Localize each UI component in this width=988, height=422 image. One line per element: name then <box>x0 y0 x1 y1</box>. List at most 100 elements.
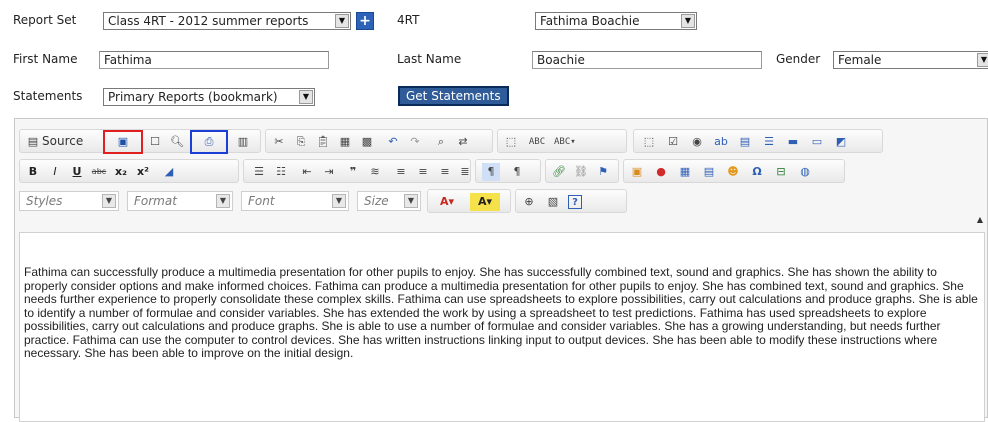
background-color-icon[interactable]: A▾ <box>470 193 500 211</box>
student-select[interactable]: Fathima Boachie ▼ <box>535 12 697 30</box>
toolbar-group-basicstyles: B I U abc x₂ x² ◢ <box>19 159 239 183</box>
print-button[interactable]: ⎙ <box>190 130 228 154</box>
preview-icon[interactable]: 🔍︎ <box>168 133 186 151</box>
about-icon[interactable]: ? <box>568 195 582 209</box>
align-right-icon[interactable]: ≡ <box>436 163 454 181</box>
toolbar-group-document: ▤ Source ▣ ☐ 🔍︎ ⎙ ▥ <box>19 129 261 154</box>
flash-icon[interactable]: ● <box>652 163 670 181</box>
align-left-icon[interactable]: ≡ <box>392 163 410 181</box>
remove-format-icon[interactable]: ◢ <box>160 163 178 181</box>
image-icon[interactable]: ▣ <box>628 163 646 181</box>
add-report-set-button[interactable]: + <box>356 12 374 30</box>
paste-text-icon[interactable]: ▦ <box>336 133 354 151</box>
smiley-icon[interactable]: ☻ <box>724 163 742 181</box>
link-icon[interactable]: 🔗︎ <box>550 163 568 181</box>
report-set-select[interactable]: Class 4RT - 2012 summer reports ▼ <box>103 12 351 30</box>
size-combo[interactable]: Size ▼ <box>357 191 421 211</box>
new-page-icon[interactable]: ☐ <box>146 133 164 151</box>
outdent-icon[interactable]: ⇤ <box>298 163 316 181</box>
chevron-down-icon: ▼ <box>299 90 313 104</box>
font-combo[interactable]: Font ▼ <box>241 191 349 211</box>
copy-icon[interactable]: ⎘ <box>292 133 310 151</box>
find-icon[interactable]: ⌕ <box>432 133 450 151</box>
image-button-icon[interactable]: ▭ <box>808 133 826 151</box>
ltr-icon[interactable]: ¶ <box>482 163 500 181</box>
save-button[interactable]: ▣ <box>103 130 143 154</box>
templates-icon[interactable]: ▥ <box>234 133 252 151</box>
spellcheck-as-you-type-icon[interactable]: ABC▾ <box>554 133 576 151</box>
format-combo[interactable]: Format ▼ <box>127 191 233 211</box>
iframe-icon[interactable]: ◍ <box>796 163 814 181</box>
toolbar-group-insert: ▣ ● ▦ ▤ ☻ Ω ⊟ ◍ <box>623 159 845 183</box>
bulleted-list-icon[interactable]: ☷ <box>272 163 290 181</box>
horizontal-rule-icon[interactable]: ▤ <box>700 163 718 181</box>
radio-icon[interactable]: ◉ <box>688 133 706 151</box>
justify-icon[interactable]: ≣ <box>456 163 474 181</box>
editor-toolbar-row-2: B I U abc x₂ x² ◢ ☰ ☷ ⇤ ⇥ ❞ ≋ ≡ ≡ ≡ ≣ ¶ … <box>19 159 979 183</box>
show-blocks-icon[interactable]: ▧ <box>544 193 562 211</box>
underline-icon[interactable]: U <box>68 163 86 181</box>
text-color-icon[interactable]: A▾ <box>432 193 462 211</box>
statements-select[interactable]: Primary Reports (bookmark) ▼ <box>103 88 315 106</box>
font-label: Font <box>248 194 275 208</box>
unlink-icon[interactable]: ⛓ <box>572 163 590 181</box>
select-all-icon[interactable]: ⬚ <box>502 133 520 151</box>
subscript-icon[interactable]: x₂ <box>112 163 130 181</box>
source-button[interactable]: Source <box>42 134 83 148</box>
undo-icon[interactable]: ↶ <box>384 133 402 151</box>
scroll-up-icon[interactable]: ▲ <box>977 215 983 224</box>
align-center-icon[interactable]: ≡ <box>414 163 432 181</box>
text-field-icon[interactable]: ab <box>712 133 730 151</box>
hidden-field-icon[interactable]: ◩ <box>832 133 850 151</box>
table-icon[interactable]: ▦ <box>676 163 694 181</box>
form-icon[interactable]: ⬚ <box>640 133 658 151</box>
chevron-down-icon: ▼ <box>216 194 230 208</box>
numbered-list-icon[interactable]: ☰ <box>250 163 268 181</box>
checkbox-icon[interactable]: ☑ <box>664 133 682 151</box>
redo-icon[interactable]: ↷ <box>406 133 424 151</box>
paste-icon[interactable]: 📋︎ <box>314 133 332 151</box>
select-field-icon[interactable]: ☰ <box>760 133 778 151</box>
div-icon[interactable]: ≋ <box>366 163 384 181</box>
page-break-icon[interactable]: ⊟ <box>772 163 790 181</box>
size-label: Size <box>364 194 389 208</box>
toolbar-group-tools: ⊕ ▧ ? <box>515 189 627 213</box>
button-field-icon[interactable]: ▬ <box>784 133 802 151</box>
maximize-icon[interactable]: ⊕ <box>520 193 538 211</box>
gender-label: Gender <box>776 52 821 66</box>
indent-icon[interactable]: ⇥ <box>320 163 338 181</box>
styles-label: Styles <box>26 194 63 208</box>
blockquote-icon[interactable]: ❞ <box>344 163 362 181</box>
anchor-icon[interactable]: ⚑ <box>594 163 612 181</box>
report-set-value: Class 4RT - 2012 summer reports <box>108 14 309 28</box>
class-label: 4RT <box>397 13 420 27</box>
toolbar-group-colors: A▾ A▾ <box>427 189 511 213</box>
get-statements-button[interactable]: Get Statements <box>398 86 509 106</box>
bold-icon[interactable]: B <box>24 163 42 181</box>
cut-icon[interactable]: ✂ <box>270 133 288 151</box>
replace-icon[interactable]: ⇄ <box>454 133 472 151</box>
superscript-icon[interactable]: x² <box>134 163 152 181</box>
chevron-down-icon: ▼ <box>404 194 418 208</box>
italic-icon[interactable]: I <box>46 163 64 181</box>
paste-word-icon[interactable]: ▩ <box>358 133 376 151</box>
styles-combo[interactable]: Styles ▼ <box>19 191 119 211</box>
chevron-down-icon: ▼ <box>977 53 988 67</box>
rich-text-editor: ▤ Source ▣ ☐ 🔍︎ ⎙ ▥ ✂ ⎘ 📋︎ ▦ ▩ ↶ ↷ ⌕ ⇄ ⬚… <box>14 118 988 422</box>
chevron-down-icon: ▼ <box>332 194 346 208</box>
first-name-field[interactable]: Fathima <box>99 51 329 69</box>
textarea-icon[interactable]: ▤ <box>736 133 754 151</box>
special-char-icon[interactable]: Ω <box>748 163 766 181</box>
gender-select[interactable]: Female ▼ <box>833 51 988 69</box>
format-label: Format <box>134 194 177 208</box>
source-icon: ▤ <box>27 135 39 148</box>
rtl-icon[interactable]: ¶ <box>508 163 526 181</box>
toolbar-group-paragraph: ☰ ☷ ⇤ ⇥ ❞ ≋ ≡ ≡ ≡ ≣ <box>243 159 471 183</box>
editor-content[interactable]: Fathima can successfully produce a multi… <box>19 232 985 422</box>
statements-value: Primary Reports (bookmark) <box>108 90 278 104</box>
strikethrough-icon[interactable]: abc <box>90 163 108 181</box>
chevron-down-icon: ▼ <box>102 194 116 208</box>
spellcheck-icon[interactable]: ABC <box>528 133 546 151</box>
first-name-label: First Name <box>13 52 78 66</box>
last-name-field[interactable]: Boachie <box>532 51 762 69</box>
